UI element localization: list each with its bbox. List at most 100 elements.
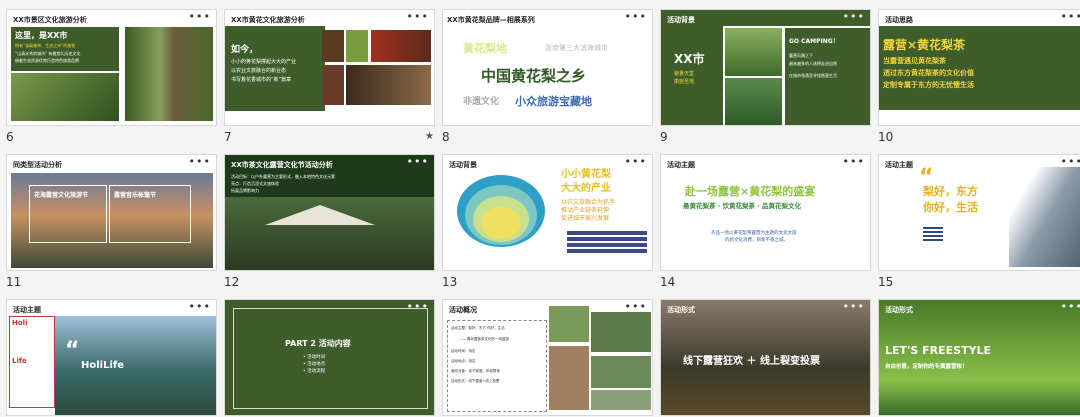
text-line: 当露营遇见黄花梨茶 [883,57,946,65]
slide-heading: XX市 [674,52,705,66]
text-panel: 活动主题：梨好，东方 你好，生活 ——喜欢露营茶文化的一场盛宴 活动时间：待定 … [447,320,547,412]
more-options-icon[interactable]: ••• [625,156,647,167]
text-line: 以农业文旅融合的新业态 [231,68,287,74]
more-options-icon[interactable]: ••• [189,11,211,22]
more-options-icon[interactable]: ••• [843,11,865,22]
slide-heading: 小小黄花梨 [561,169,611,180]
tea-photo [346,65,431,105]
star-icon[interactable]: ★ [425,131,434,142]
photo [549,306,589,342]
slide-number: 15 [878,275,894,289]
list-item: • 活动地点 [303,362,326,367]
more-options-icon[interactable]: ••• [1061,156,1080,167]
slide-title: 活动主题 [13,306,41,314]
photo [549,346,589,410]
text-line: 小小的黄花梨撑起大大的产业 [231,59,297,65]
text-line: 的新文化消费，崭新不夜之城。 [725,238,788,243]
more-options-icon[interactable]: ••• [407,156,429,167]
concentric-chart [457,175,545,247]
text-line: 活动主题：梨好，东方 你好，生活 [451,326,505,330]
more-options-icon[interactable]: ••• [843,301,865,312]
slide-heading: LET'S FREESTYLE [885,344,992,357]
text-panel: Holi Life [9,316,55,408]
small-text-block [923,227,943,243]
text-line: 书写着花香城市的“新”篇章 [231,77,292,83]
text-line: 拓展品牌影响力 [231,188,259,193]
list-item-label: 活动地点 [307,362,326,367]
text-line: 避暑天堂 [674,71,695,77]
slide-title: XX市黄花梨品牌—相展系列 [447,16,535,24]
more-options-icon[interactable]: ••• [625,11,647,22]
more-options-icon[interactable]: ••• [1061,11,1080,22]
text-line: 小众旅游宝藏地 [515,95,592,108]
text-line: 在城市角落里寻找惬意生活 [789,73,837,78]
more-options-icon[interactable]: ••• [189,301,211,312]
frame: 露营音乐帐篷节 [109,185,191,243]
more-options-icon[interactable]: ••• [407,11,429,22]
text-line: 活动时间：待定 [451,349,476,353]
text-panel: 露营×黄花梨茶 当露营遇见黄花梨茶 透过东方黄花梨茶的文化价值 定制专属于东方的… [879,26,1080,110]
text-line: ——喜欢露营茶文化的一场盛宴 [460,337,509,341]
text-panel: 这里，是XX市 拥有“省级森林、生态之市”的美誉 “山清水秀的城市” 有着悠久历… [11,27,119,71]
photo [322,30,344,62]
tent-icon [265,205,375,225]
photo [346,30,368,62]
slide-heading: 梨好，东方 [923,185,978,198]
text-line: 康旅圣地 [674,79,695,85]
text-line: 借着生态资源优势打造特色旅游品牌 [15,58,79,63]
slide-heading: 露营×黄花梨茶 [883,38,966,52]
more-options-icon[interactable]: ••• [189,156,211,167]
slide-heading: PART 2 活动内容 [285,339,351,348]
text-line: 非遗文化 [463,97,500,107]
text-line: 拥有“省级森林、生态之市”的美誉 [15,43,76,48]
more-options-icon[interactable]: ••• [625,301,647,312]
text-line: 花海露营文化旅游节 [34,192,89,199]
photo [591,390,651,410]
text-line: 活动地点：待定 [451,359,476,363]
slide-title: XX市茶文化露营文化节活动分析 [231,161,333,169]
more-options-icon[interactable]: ••• [843,156,865,167]
text-line: 浙南第三大滨海城市 [545,44,608,52]
slide-number: 6 [6,130,14,144]
text-line: 促进城市振兴发展 [561,215,610,222]
slide-title: 活动概况 [449,306,477,314]
photo [371,30,431,62]
legend [567,231,647,255]
slide-number: 13 [442,275,458,289]
more-options-icon[interactable]: ••• [1061,301,1080,312]
slide-number: 10 [878,130,894,144]
slide-title: XX市景区文化旅游分析 [13,16,87,24]
slide-number: 11 [6,275,22,289]
slide-title: 活动思路 [885,16,913,24]
list-item-label: 活动流程 [307,369,326,374]
text-line: 露营风潮之下 [789,53,813,58]
lake-photo [55,316,216,415]
text-line: 露营音乐帐篷节 [114,192,157,199]
text-line: 亮点：打造沉浸式文旅体验 [231,181,279,186]
slide-heading: 赴一场露营×黄花梨的盛宴 [685,185,816,198]
slide-title: 同类型活动分析 [13,161,62,169]
slide-number: 8 [442,130,450,144]
list-item: • 活动时间 [303,355,326,360]
text-panel: XX市 避暑天堂 康旅圣地 [661,26,723,125]
slide-heading: 如今， [231,45,259,55]
photo [725,28,782,76]
list-item: • 活动流程 [303,369,326,374]
text-line: Life [12,357,27,365]
slide-heading: HoliLife [81,360,125,371]
slide-heading: 大大的产业 [561,183,611,194]
photo [591,356,651,388]
photo [591,312,651,352]
slide-heading: 线下露营狂欢 ＋ 线上裂变投票 [683,356,820,367]
quote-mark-icon: “ [65,338,80,363]
tree-photo [125,27,213,121]
frame [233,308,428,409]
mountain-photo [1009,167,1080,267]
slide-heading: 这里，是XX市 [15,31,68,40]
text-line: 活动目标：以户外露营为主要形式，融入本地特色文化元素 [231,174,335,179]
forest-photo [11,73,119,121]
text-line: GO CAMPING！ [789,38,839,45]
slide-title: 活动主题 [885,161,913,169]
slide-title: 活动主题 [667,161,695,169]
text-line: 悬黄花梨茶 · 饮黄花梨茶 · 品黄花梨文化 [683,202,801,210]
